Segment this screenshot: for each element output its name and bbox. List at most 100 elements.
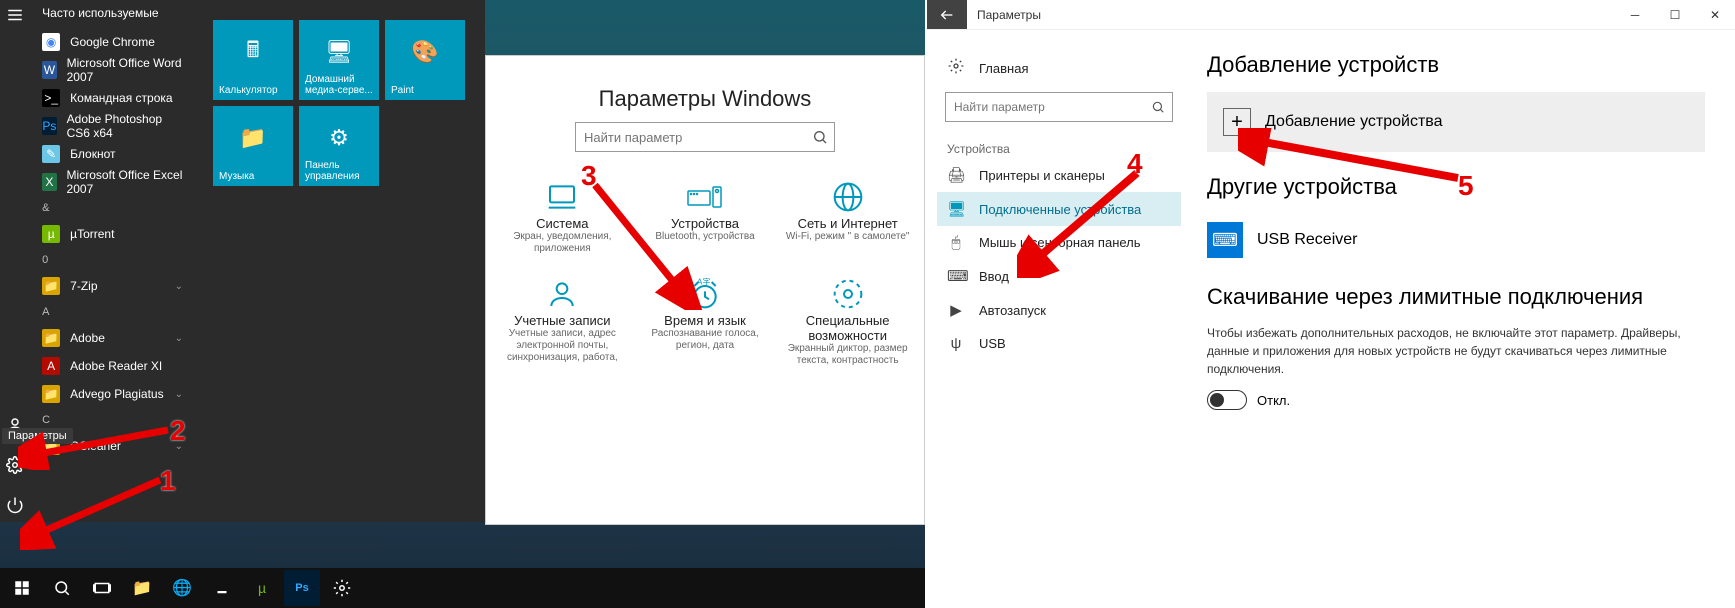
app-label: Блокнот [70, 147, 115, 161]
app-row[interactable]: ✎ Блокнот [32, 140, 193, 168]
search-button[interactable] [44, 570, 80, 606]
app-icon: ✎ [42, 145, 60, 163]
category-subtitle: Учетные записи, адрес электронной почты,… [494, 328, 631, 364]
app-row[interactable]: µ µTorrent [32, 220, 193, 248]
category-subtitle: Экранный диктор, размер текста, контраст… [779, 343, 916, 367]
sidebar-home-label: Главная [979, 61, 1028, 76]
tile-label: Домашний медиа-серве... [305, 74, 373, 96]
app-icon: W [42, 61, 56, 79]
metered-description: Чтобы избежать дополнительных расходов, … [1207, 324, 1705, 378]
annotation-5: 5 [1458, 170, 1474, 202]
letter-heading[interactable]: 0 [32, 248, 193, 272]
metered-toggle[interactable]: Откл. [1207, 390, 1705, 410]
taskbar: 📁 🌐 µ Ps [0, 568, 925, 608]
sidebar-section-heading: Устройства [937, 136, 1181, 158]
tile-icon: 🖥 [325, 38, 353, 66]
sidebar-item[interactable]: ψUSB [937, 327, 1181, 360]
back-button[interactable] [927, 0, 967, 29]
category-icon [779, 180, 916, 214]
app-row[interactable]: ◉ Google Chrome [32, 28, 193, 56]
chevron-down-icon: ⌄ [175, 333, 183, 344]
sidebar-search[interactable] [945, 92, 1173, 122]
close-button[interactable]: ✕ [1695, 0, 1735, 30]
category-title: Специальные возможности [779, 313, 916, 343]
toggle-switch-off[interactable] [1207, 390, 1247, 410]
app-icon: ◉ [42, 33, 60, 51]
taskbar-app-photoshop[interactable]: Ps [284, 570, 320, 606]
settings-category[interactable]: Специальные возможностиЭкранный диктор, … [777, 269, 918, 375]
start-tile[interactable]: 📁 Музыка [213, 106, 293, 186]
taskbar-app-minimize[interactable] [204, 570, 240, 606]
sidebar-home[interactable]: Главная [937, 50, 1181, 86]
task-view-button[interactable] [84, 570, 120, 606]
sidebar-item-icon: 🖱 [947, 234, 965, 251]
app-row[interactable]: >_Командная строка [32, 84, 193, 112]
settings-category[interactable]: Сеть и ИнтернетWi-Fi, режим " в самолете… [777, 172, 918, 263]
taskbar-app-settings[interactable] [324, 570, 360, 606]
toggle-label: Откл. [1257, 393, 1290, 408]
sidebar-search-input[interactable] [946, 93, 1144, 121]
app-row[interactable]: 📁Advego Plagiatus⌄ [32, 380, 193, 408]
tile-label: Paint [391, 85, 459, 96]
device-label: USB Receiver [1257, 231, 1357, 249]
frequent-heading: Часто используемые [32, 0, 193, 28]
tile-label: Музыка [219, 171, 287, 182]
app-label: Adobe Reader XI [70, 359, 162, 373]
category-subtitle: Wi-Fi, режим " в самолете" [779, 231, 916, 243]
app-label: Microsoft Office Word 2007 [67, 56, 183, 84]
settings-home-search[interactable] [575, 122, 835, 152]
annotation-4: 4 [1127, 148, 1143, 180]
app-icon: 📁 [42, 385, 60, 403]
taskbar-app-utorrent[interactable]: µ [244, 570, 280, 606]
letter-heading[interactable]: & [32, 196, 193, 220]
category-subtitle: Распознавание голоса, регион, дата [637, 328, 774, 352]
app-label: Adobe [70, 331, 105, 345]
hamburger-icon[interactable] [6, 6, 26, 26]
sidebar-item-icon: ⌨ [947, 267, 965, 285]
app-icon: Ps [42, 117, 56, 135]
chevron-down-icon: ⌄ [175, 281, 183, 292]
sidebar-item-icon: ▶ [947, 301, 965, 319]
arrow-4 [1017, 168, 1147, 278]
app-label: Advego Plagiatus [70, 387, 163, 401]
window-titlebar: Параметры ─ ☐ ✕ [927, 0, 1735, 30]
app-row[interactable]: Ps Adobe Photoshop CS6 x64 [32, 112, 193, 140]
settings-content: Добавление устройств + Добавление устрой… [1187, 30, 1735, 608]
start-tile[interactable]: 🎨 Paint [385, 20, 465, 100]
tile-icon: 📁 [239, 124, 267, 152]
app-row[interactable]: XMicrosoft Office Excel 2007 [32, 168, 193, 196]
app-icon: 📁 [42, 329, 60, 347]
taskbar-app-chrome[interactable]: 🌐 [164, 570, 200, 606]
start-tile[interactable]: ⚙Панель управления [299, 106, 379, 186]
app-icon: µ [42, 225, 60, 243]
sidebar-item-label: Автозапуск [979, 303, 1046, 318]
maximize-button[interactable]: ☐ [1655, 0, 1695, 30]
taskbar-app-explorer[interactable]: 📁 [124, 570, 160, 606]
start-tile[interactable]: 🖥 Домашний медиа-серве... [299, 20, 379, 100]
app-label: Google Chrome [70, 35, 155, 49]
minimize-button[interactable]: ─ [1615, 0, 1655, 30]
home-icon [947, 58, 965, 78]
start-tile[interactable]: 🖩Калькулятор [213, 20, 293, 100]
start-button[interactable] [4, 570, 40, 606]
keyboard-icon: ⌨ [1207, 222, 1243, 258]
app-row[interactable]: 📁 Adobe ⌄ [32, 324, 193, 352]
app-label: Adobe Photoshop CS6 x64 [67, 112, 183, 140]
annotation-1: 1 [160, 465, 176, 497]
app-row[interactable]: A Adobe Reader XI [32, 352, 193, 380]
tile-icon: 🎨 [411, 38, 439, 66]
search-icon [1144, 93, 1172, 121]
app-label: Командная строка [70, 91, 172, 105]
sidebar-item[interactable]: ▶ Автозапуск [937, 293, 1181, 327]
app-row[interactable]: W Microsoft Office Word 2007 [32, 56, 193, 84]
settings-home-title: Параметры Windows [486, 86, 924, 112]
window-title: Параметры [967, 8, 1041, 22]
app-icon: A [42, 357, 60, 375]
sidebar-item-label: Ввод [979, 269, 1009, 284]
letter-heading[interactable]: A [32, 300, 193, 324]
app-row[interactable]: 📁7-Zip⌄ [32, 272, 193, 300]
device-row[interactable]: ⌨ USB Receiver [1207, 214, 1705, 266]
settings-home-search-input[interactable] [576, 123, 806, 151]
app-label: µTorrent [70, 227, 114, 241]
arrow-1 [20, 460, 170, 550]
